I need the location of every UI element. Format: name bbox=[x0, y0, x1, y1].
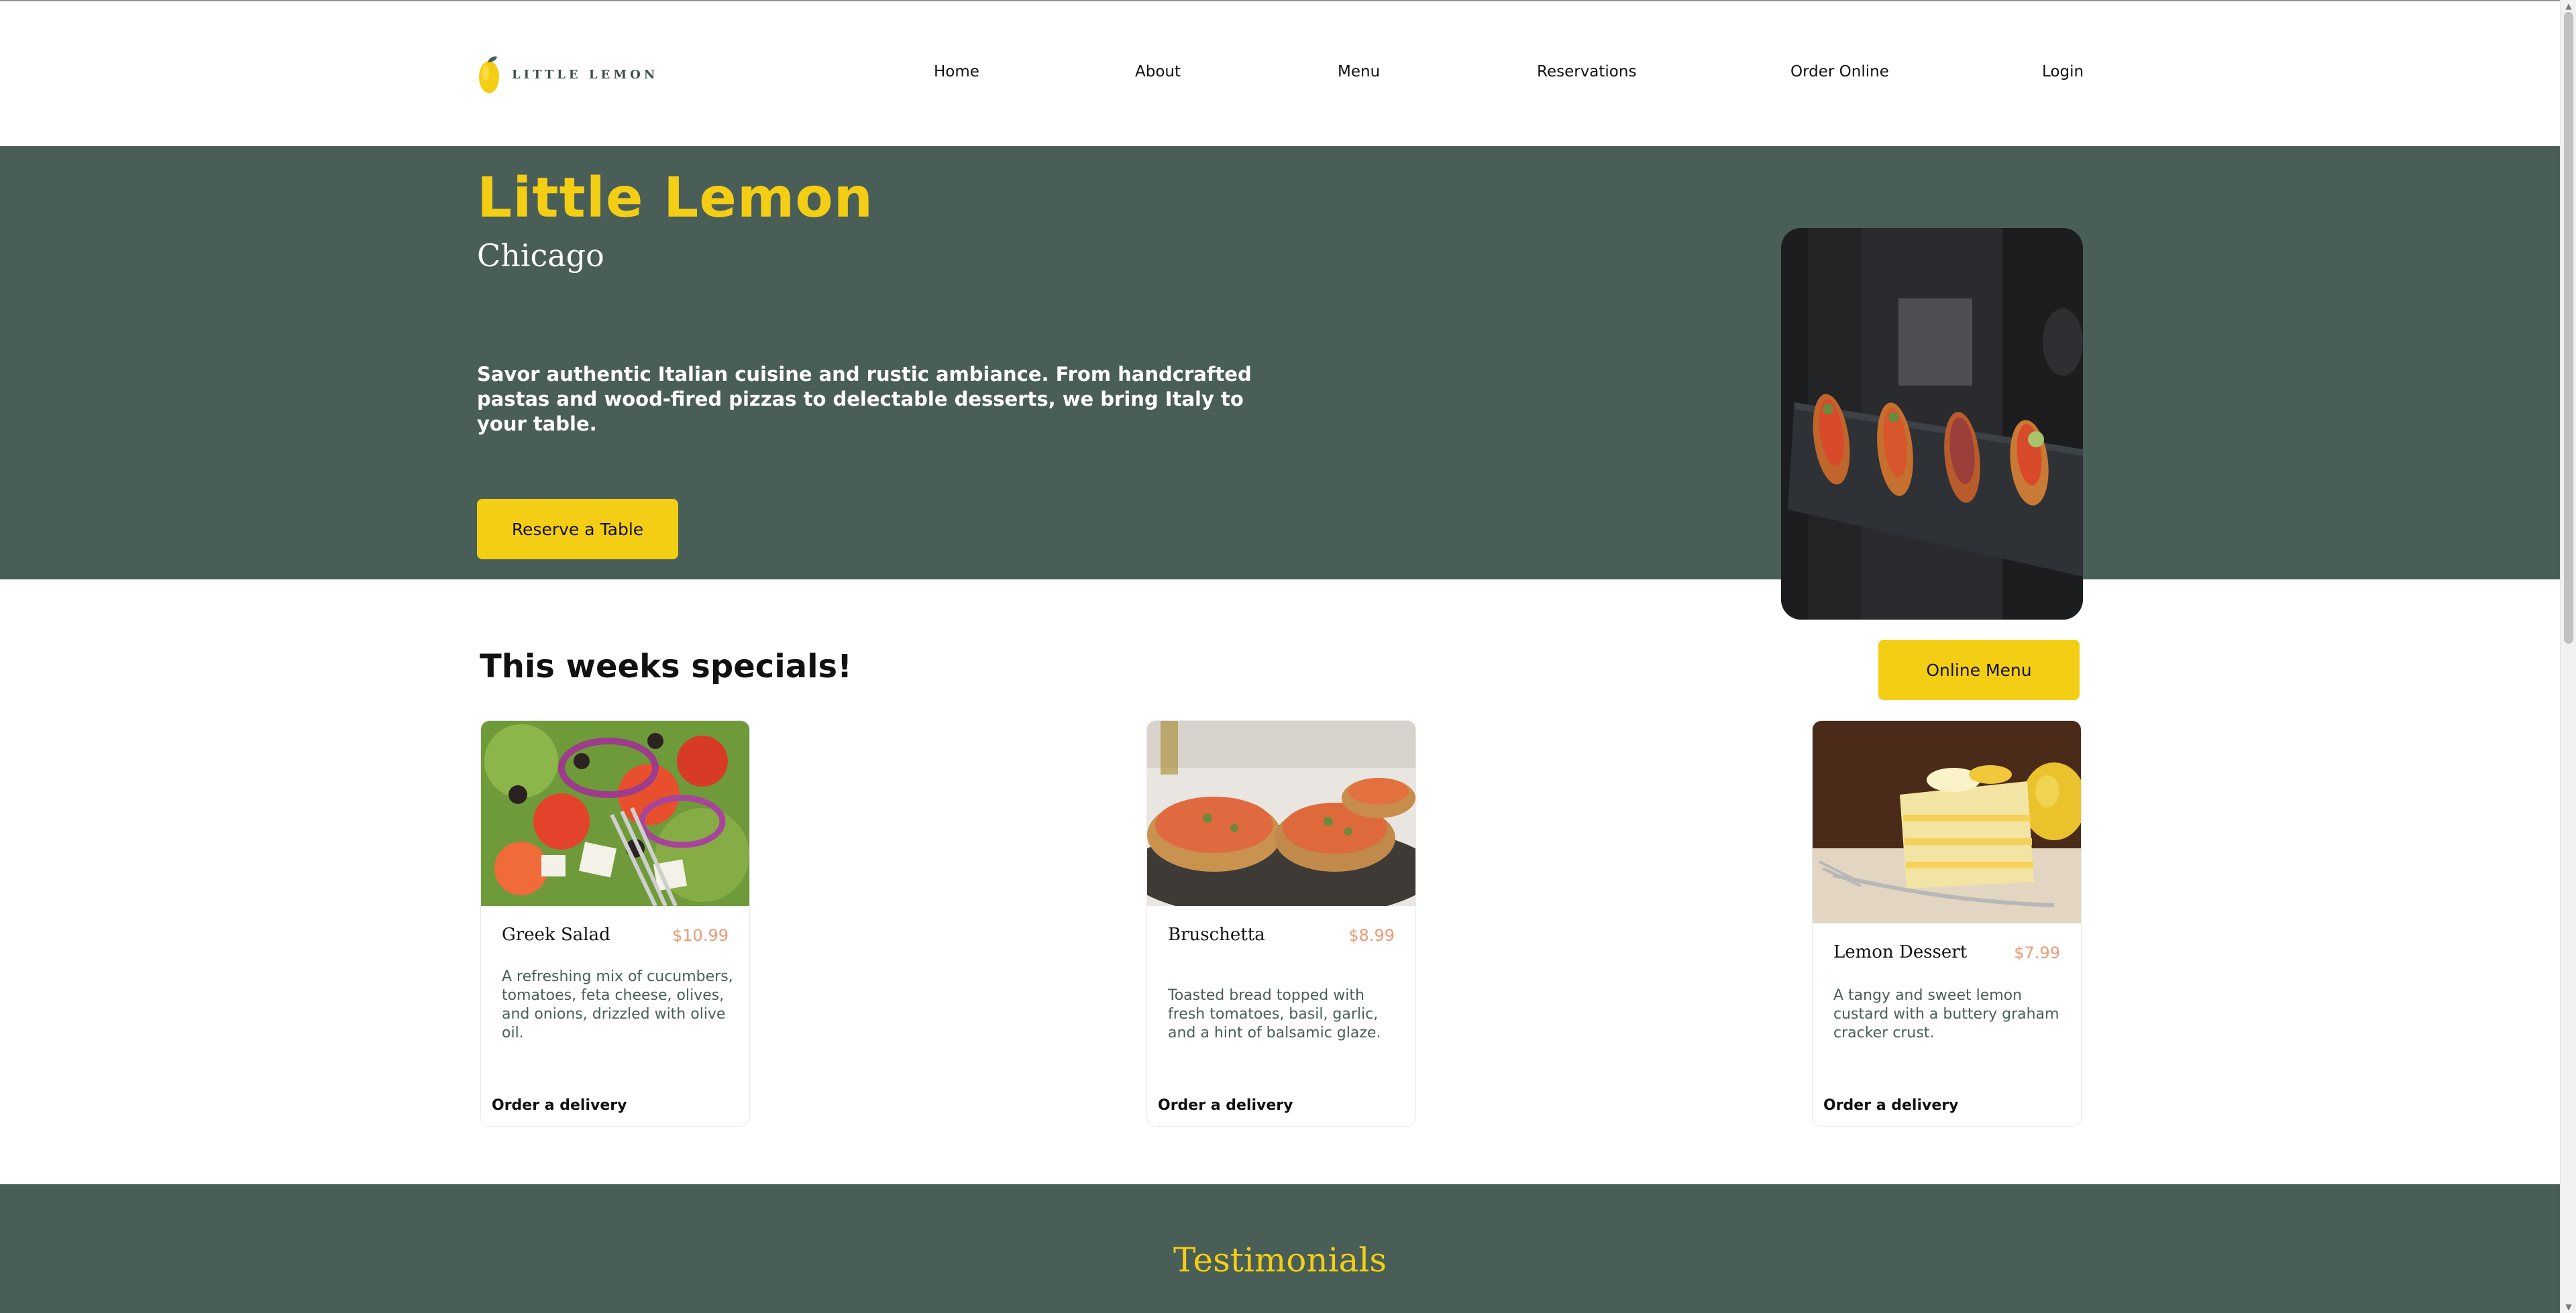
order-delivery-link[interactable]: Order a delivery bbox=[1823, 1097, 1958, 1114]
special-name: Lemon Dessert bbox=[1833, 942, 1968, 962]
special-description: A tangy and sweet lemon custard with a b… bbox=[1833, 987, 2059, 1041]
nav-reservations[interactable]: Reservations bbox=[1537, 63, 1636, 80]
specials-title: This weeks specials! bbox=[480, 648, 852, 685]
testimonials-section: Testimonials bbox=[0, 1184, 2560, 1313]
page: LITTLE LEMON Home About Menu Reservation… bbox=[0, 0, 2560, 1313]
special-price: $8.99 bbox=[1348, 926, 1395, 945]
greek-salad-photo bbox=[481, 721, 749, 906]
scroll-up-icon[interactable]: ▲ bbox=[2561, 0, 2576, 12]
special-description: A refreshing mix of cucumbers, tomatoes,… bbox=[502, 968, 733, 1041]
online-menu-button[interactable]: Online Menu bbox=[1878, 640, 2080, 700]
nav-login[interactable]: Login bbox=[2042, 63, 2084, 80]
main-nav: Home About Menu Reservations Order Onlin… bbox=[0, 63, 2560, 90]
scrollbar-thumb[interactable] bbox=[2564, 12, 2573, 644]
nav-order-online[interactable]: Order Online bbox=[1790, 63, 1889, 80]
reserve-table-button[interactable]: Reserve a Table bbox=[477, 499, 678, 559]
hero-city: Chicago bbox=[477, 237, 604, 274]
nav-menu[interactable]: Menu bbox=[1338, 63, 1380, 80]
lemon-dessert-photo bbox=[1813, 721, 2081, 923]
hero-section: Little Lemon Chicago Savor authentic Ita… bbox=[0, 146, 2560, 579]
testimonials-title: Testimonials bbox=[1173, 1241, 1387, 1279]
special-price: $7.99 bbox=[2014, 944, 2060, 962]
special-name: Greek Salad bbox=[502, 925, 610, 945]
scroll-down-icon[interactable]: ▼ bbox=[2561, 1301, 2576, 1313]
hero-image bbox=[1781, 228, 2083, 620]
site-header: LITTLE LEMON Home About Menu Reservation… bbox=[0, 1, 2560, 146]
order-delivery-link[interactable]: Order a delivery bbox=[492, 1097, 627, 1114]
special-card-lemon-dessert: Lemon Dessert $7.99 A tangy and sweet le… bbox=[1812, 720, 2082, 1127]
special-description: Toasted bread topped with fresh tomatoes… bbox=[1168, 987, 1381, 1041]
hero-description: Savor authentic Italian cuisine and rust… bbox=[477, 363, 1252, 435]
nav-about[interactable]: About bbox=[1135, 63, 1181, 80]
nav-home[interactable]: Home bbox=[934, 63, 979, 80]
special-price: $10.99 bbox=[672, 926, 729, 945]
special-card-bruschetta: Bruschetta $8.99 Toasted bread topped wi… bbox=[1146, 720, 1416, 1127]
special-card-greek-salad: Greek Salad $10.99 A refreshing mix of c… bbox=[480, 720, 750, 1127]
bruschetta-photo bbox=[1147, 721, 1415, 906]
page-scrollbar[interactable]: ▲ ▼ bbox=[2560, 0, 2576, 1313]
special-name: Bruschetta bbox=[1168, 925, 1265, 945]
waiter-serving-bruschetta-photo bbox=[1781, 228, 2083, 620]
hero-title: Little Lemon bbox=[477, 166, 874, 230]
order-delivery-link[interactable]: Order a delivery bbox=[1158, 1097, 1293, 1114]
